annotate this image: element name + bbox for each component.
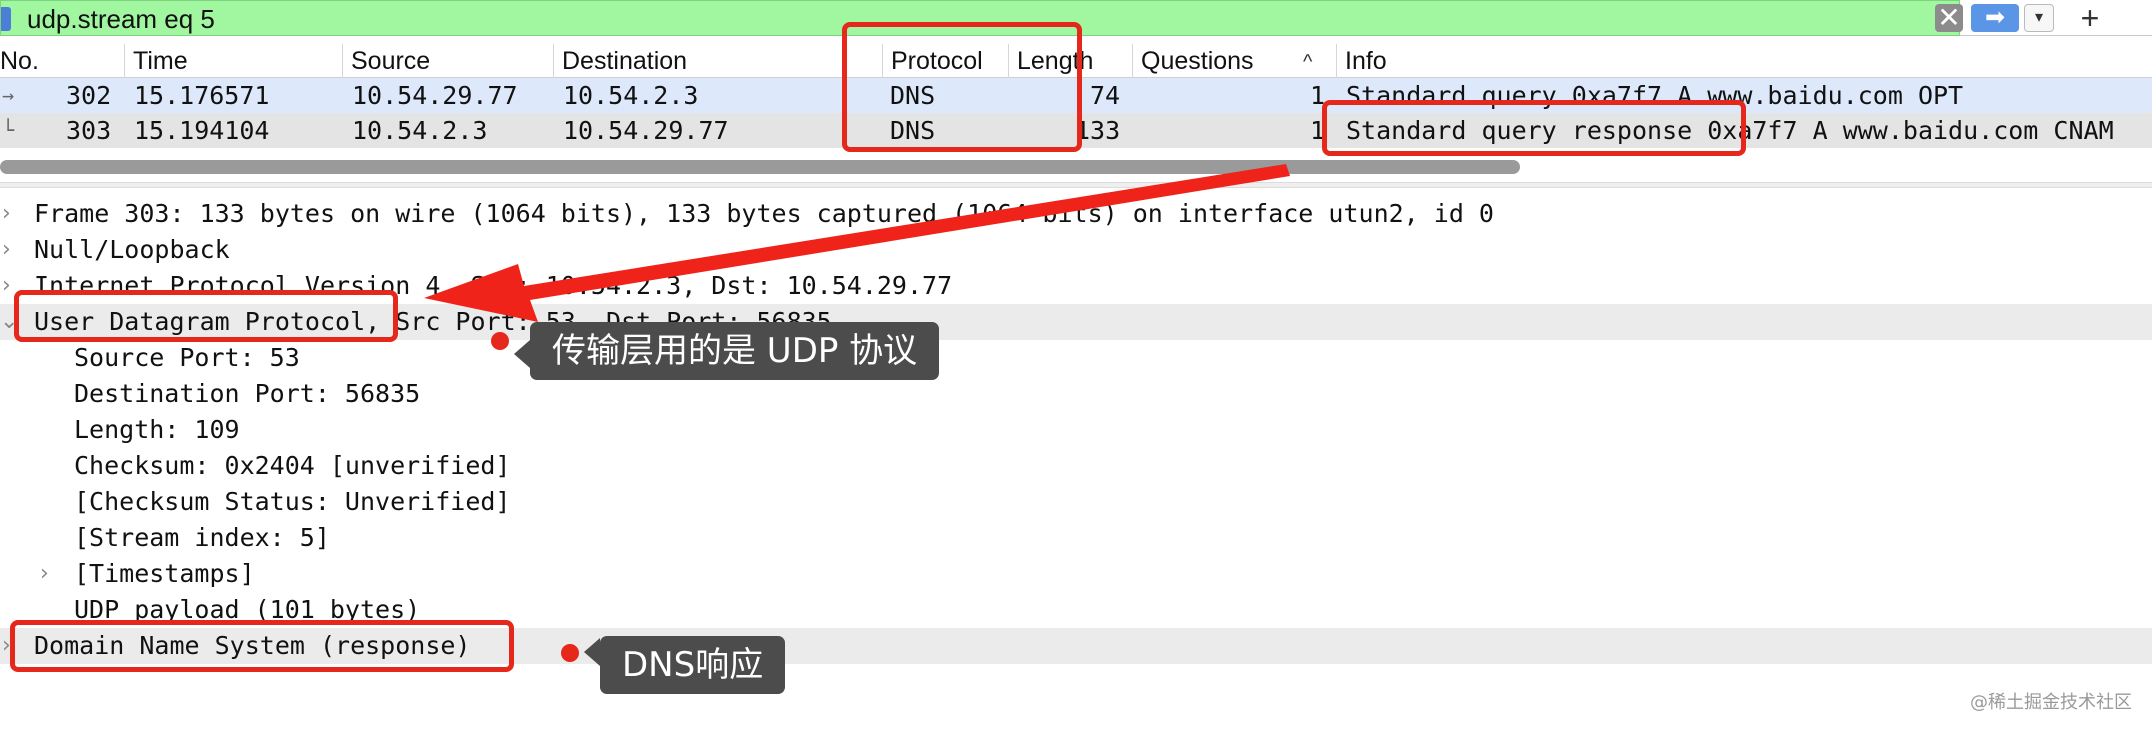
bookmark-icon[interactable] [1,7,11,31]
display-filter-text[interactable]: udp.stream eq 5 [27,4,215,34]
related-response-icon: └ [2,118,15,142]
collapsed-arrow-icon[interactable]: › [2,232,22,268]
tree-item-null-loopback[interactable]: › Null/Loopback [0,232,2152,268]
tree-item-destination-port[interactable]: Destination Port: 56835 [0,376,2152,412]
add-filter-button-icon[interactable]: + [2070,0,2110,36]
packet-no: 302 [66,81,112,110]
filter-history-dropdown-icon[interactable]: ▾ [2024,4,2054,32]
clear-filter-icon[interactable]: ✕ [1935,4,1963,32]
packet-destination: 10.54.29.77 [563,116,729,145]
dns-callout: DNS响应 [600,636,786,694]
info-highlight-box [1322,100,1746,156]
packet-time: 15.176571 [134,81,270,110]
tree-item-text: [Timestamps] [74,559,255,588]
protocol-highlight-box [842,22,1082,152]
related-request-icon: → [2,83,15,107]
tree-item-text: Null/Loopback [34,235,230,264]
column-header-questions[interactable]: Questions [1132,44,1254,78]
tree-item-text: Frame 303: 133 bytes on wire (1064 bits)… [34,199,1494,228]
tree-item-text: Length: 109 [74,415,240,444]
tree-item-checksum-status[interactable]: [Checksum Status: Unverified] [0,484,2152,520]
tree-item-text: Destination Port: 56835 [74,379,421,408]
tree-item-text: Checksum: 0x2404 [unverified] [74,451,511,480]
collapsed-arrow-icon[interactable]: › [2,196,22,232]
packet-destination: 10.54.2.3 [563,81,699,110]
column-header-time[interactable]: Time [124,44,188,78]
tree-item-text: [Checksum Status: Unverified] [74,487,511,516]
tree-item-length[interactable]: Length: 109 [0,412,2152,448]
dns-callout-dot [561,644,579,662]
tree-item-frame[interactable]: › Frame 303: 133 bytes on wire (1064 bit… [0,196,2152,232]
column-header-info[interactable]: Info [1336,44,1387,78]
udp-callout: 传输层用的是 UDP 协议 [530,322,940,380]
packet-list-horizontal-scrollbar[interactable] [0,160,1520,174]
packet-source: 10.54.2.3 [352,116,488,145]
tree-item-timestamps[interactable]: › [Timestamps] [0,556,2152,592]
tree-item-text: Source Port: 53 [74,343,300,372]
pane-splitter[interactable] [0,182,2152,188]
sort-ascending-icon: ^ [1303,51,1313,73]
apply-filter-icon[interactable]: ➡ [1971,4,2019,32]
tree-item-text: [Stream index: 5] [74,523,330,552]
watermark: @稀土掘金技术社区 [1970,692,2132,713]
tree-item-stream-index[interactable]: [Stream index: 5] [0,520,2152,556]
dns-highlight-box [10,620,514,672]
column-header-no[interactable]: No. [0,44,39,78]
collapsed-arrow-icon[interactable]: › [40,556,60,592]
packet-source: 10.54.29.77 [352,81,518,110]
packet-time: 15.194104 [134,116,270,145]
tree-item-source-port[interactable]: Source Port: 53 [0,340,2152,376]
udp-callout-dot [491,332,509,350]
tree-item-checksum[interactable]: Checksum: 0x2404 [unverified] [0,448,2152,484]
udp-highlight-box [14,290,398,342]
packet-length: 74 [1090,81,1121,110]
dns-callout-pointer [584,638,600,666]
column-header-destination[interactable]: Destination [553,44,687,78]
packet-no: 303 [66,116,112,145]
column-header-source[interactable]: Source [342,44,430,78]
udp-callout-pointer [514,340,530,368]
